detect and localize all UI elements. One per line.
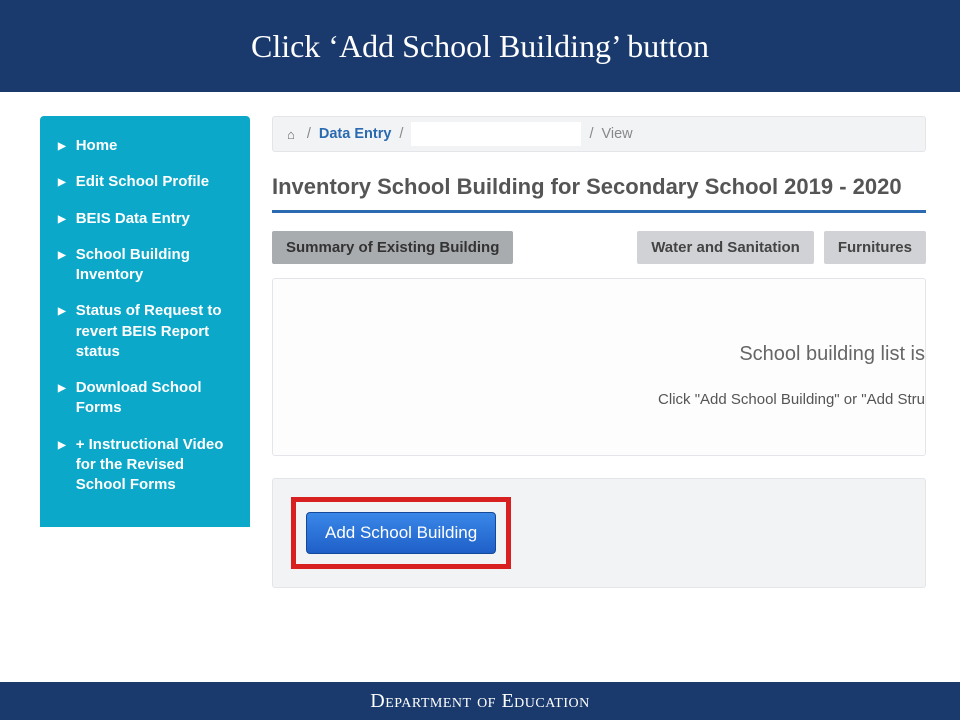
triangle-icon: ▶ bbox=[58, 213, 66, 227]
footer: Department of Education bbox=[0, 682, 960, 720]
sidebar-item-label: Home bbox=[76, 136, 236, 156]
breadcrumb-data-entry[interactable]: Data Entry bbox=[319, 126, 392, 142]
sidebar-item-label: Download School Forms bbox=[76, 378, 236, 419]
main-panel: ⌂ / Data Entry / / View Inventory School… bbox=[272, 116, 926, 588]
instruction-banner: Click ‘Add School Building’ button bbox=[0, 0, 960, 92]
highlight-annotation: Add School Building bbox=[291, 497, 511, 569]
footer-label: Department of Education bbox=[370, 690, 589, 713]
sidebar-item-label: Edit School Profile bbox=[76, 172, 236, 192]
triangle-icon: ▶ bbox=[58, 176, 66, 190]
breadcrumb-view: View bbox=[601, 126, 632, 142]
breadcrumb-sep: / bbox=[589, 126, 593, 142]
add-school-building-button[interactable]: Add School Building bbox=[306, 512, 496, 554]
tab-bar: Summary of Existing Building Water and S… bbox=[272, 231, 926, 264]
breadcrumb-sep: / bbox=[399, 126, 403, 142]
empty-list-hint: Click "Add School Building" or "Add Stru bbox=[658, 391, 925, 408]
sidebar-item-edit-school-profile[interactable]: ▶ Edit School Profile bbox=[40, 164, 250, 200]
breadcrumb: ⌂ / Data Entry / / View bbox=[272, 116, 926, 152]
action-bar: Add School Building bbox=[272, 478, 926, 588]
content-panel: School building list is Click "Add Schoo… bbox=[272, 278, 926, 456]
triangle-icon: ▶ bbox=[58, 140, 66, 154]
tab-summary-existing-building[interactable]: Summary of Existing Building bbox=[272, 231, 513, 264]
instruction-text: Click ‘Add School Building’ button bbox=[251, 28, 709, 65]
sidebar-item-label: School Building Inventory bbox=[76, 245, 236, 286]
sidebar-item-school-building-inventory[interactable]: ▶ School Building Inventory bbox=[40, 237, 250, 294]
tab-furnitures[interactable]: Furnitures bbox=[824, 231, 926, 264]
content-area: ▶ Home ▶ Edit School Profile ▶ BEIS Data… bbox=[0, 92, 960, 682]
breadcrumb-sep: / bbox=[307, 126, 311, 142]
breadcrumb-blank bbox=[411, 122, 581, 146]
triangle-icon: ▶ bbox=[58, 382, 66, 396]
sidebar-item-label: + Instructional Video for the Revised Sc… bbox=[76, 435, 236, 496]
sidebar-item-instructional-video[interactable]: ▶ + Instructional Video for the Revised … bbox=[40, 427, 250, 504]
sidebar-item-beis-data-entry[interactable]: ▶ BEIS Data Entry bbox=[40, 201, 250, 237]
empty-list-message: School building list is bbox=[739, 343, 925, 366]
tab-spacer bbox=[523, 231, 627, 264]
page-title: Inventory School Building for Secondary … bbox=[272, 174, 926, 213]
triangle-icon: ▶ bbox=[58, 249, 66, 263]
sidebar-item-home[interactable]: ▶ Home bbox=[40, 128, 250, 164]
triangle-icon: ▶ bbox=[58, 439, 66, 453]
sidebar-item-label: BEIS Data Entry bbox=[76, 209, 236, 229]
triangle-icon: ▶ bbox=[58, 305, 66, 319]
sidebar-item-label: Status of Request to revert BEIS Report … bbox=[76, 301, 236, 362]
sidebar-item-download-forms[interactable]: ▶ Download School Forms bbox=[40, 370, 250, 427]
home-icon[interactable]: ⌂ bbox=[287, 127, 295, 142]
sidebar-item-status-request[interactable]: ▶ Status of Request to revert BEIS Repor… bbox=[40, 293, 250, 370]
sidebar: ▶ Home ▶ Edit School Profile ▶ BEIS Data… bbox=[40, 116, 250, 527]
tab-water-sanitation[interactable]: Water and Sanitation bbox=[637, 231, 814, 264]
